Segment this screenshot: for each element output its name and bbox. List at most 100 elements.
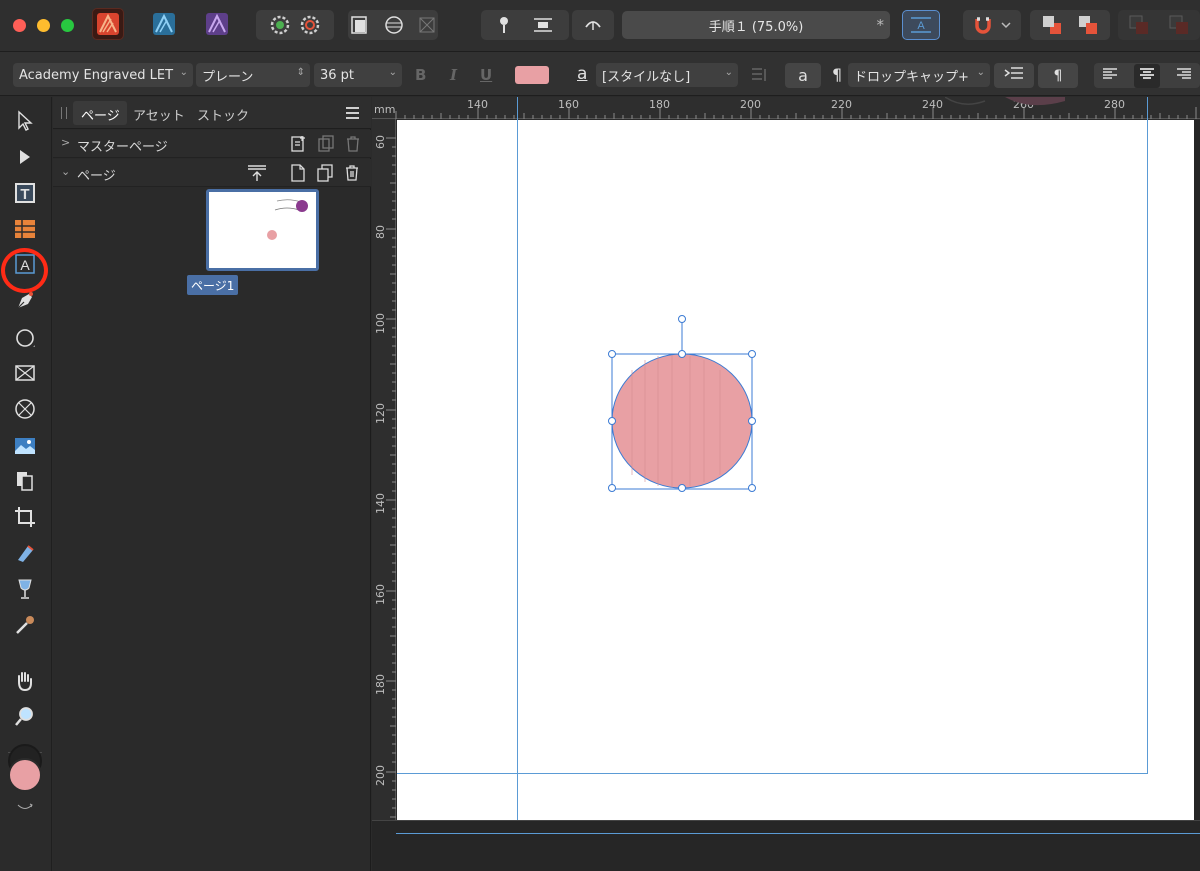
- delete-page-icon[interactable]: [343, 164, 361, 182]
- minimize-window-button[interactable]: [37, 19, 50, 32]
- preferences-gear-icon[interactable]: [299, 14, 321, 36]
- handle-top-right[interactable]: [748, 350, 756, 358]
- pen-tool-icon[interactable]: [11, 287, 39, 315]
- handle-middle-left[interactable]: [608, 417, 616, 425]
- picture-frame-ellipse-icon[interactable]: [11, 395, 39, 423]
- clear-formatting-icon[interactable]: [750, 66, 770, 88]
- move-tool-arrow-icon[interactable]: [11, 107, 39, 135]
- page-1-label[interactable]: ページ1: [187, 275, 239, 295]
- chevron-right-icon: >: [61, 136, 71, 149]
- crop-tool-icon[interactable]: [11, 503, 39, 531]
- handle-top-left[interactable]: [608, 350, 616, 358]
- svg-text:A: A: [917, 20, 925, 32]
- publisher-persona-icon[interactable]: [92, 8, 124, 40]
- hand-tool-icon[interactable]: [11, 667, 39, 695]
- handle-bottom-center[interactable]: [678, 484, 686, 492]
- bold-button[interactable]: B: [415, 66, 426, 84]
- character-style-glyph[interactable]: a: [577, 64, 587, 84]
- place-image-icon[interactable]: [11, 432, 39, 460]
- tab-assets[interactable]: アセット: [133, 105, 185, 124]
- h-tick-180: 180: [649, 98, 670, 111]
- pink-ellipse[interactable]: [611, 353, 753, 489]
- photo-persona-icon[interactable]: [201, 8, 233, 40]
- move-to-front-icon[interactable]: [1077, 14, 1099, 36]
- underline-button[interactable]: U: [480, 66, 492, 84]
- align-left-icon[interactable]: [1102, 67, 1118, 85]
- drop-cap-select[interactable]: ドロップキャップ+ ⌄: [848, 63, 990, 87]
- pages-section[interactable]: ⌄ ページ: [53, 159, 371, 187]
- font-style-select[interactable]: プレーン ⇕: [196, 63, 310, 87]
- fill-color-well[interactable]: [8, 758, 42, 792]
- font-family-value: Academy Engraved LET: [19, 67, 174, 83]
- fill-tool-icon[interactable]: [11, 539, 39, 567]
- normal-view-icon[interactable]: [350, 15, 370, 35]
- pin-icon[interactable]: [496, 15, 512, 35]
- indent-button[interactable]: [994, 63, 1034, 88]
- document-setup-gear-icon[interactable]: [269, 14, 291, 36]
- h-tick-200: 200: [740, 98, 761, 111]
- character-panel-button[interactable]: a: [785, 63, 821, 88]
- text-fill-color-swatch[interactable]: [515, 66, 549, 84]
- affinity-publisher-window: 手順１ (75.0%) * A Academy Engraved LET ⌄ プ…: [0, 0, 1200, 871]
- paragraph-style-select[interactable]: [スタイルなし] ⌄: [596, 63, 738, 87]
- add-master-icon[interactable]: [289, 135, 307, 153]
- v-tick-100: 100: [374, 313, 387, 334]
- snapping-chevron-down-icon[interactable]: [1001, 21, 1011, 29]
- page-order-icon[interactable]: [247, 164, 266, 182]
- handle-bottom-left[interactable]: [608, 484, 616, 492]
- add-page-icon[interactable]: [289, 164, 307, 182]
- align-right-icon[interactable]: [1176, 67, 1192, 85]
- tab-pages[interactable]: ページ: [81, 105, 120, 124]
- ellipse-tool-icon[interactable]: [11, 324, 39, 352]
- zoom-window-button[interactable]: [61, 19, 74, 32]
- swap-colors-icon[interactable]: [16, 796, 34, 815]
- zoom-tool-icon[interactable]: [11, 702, 39, 730]
- handle-top-center[interactable]: [678, 350, 686, 358]
- close-window-button[interactable]: [13, 19, 26, 32]
- character-glyph: a: [798, 66, 808, 85]
- intersect-icon[interactable]: [1128, 14, 1150, 36]
- subtract-icon[interactable]: [1168, 14, 1190, 36]
- chevron-down-icon: ⌄: [61, 165, 71, 178]
- paragraph-panel-button[interactable]: ¶: [1038, 63, 1078, 88]
- italic-button[interactable]: I: [450, 66, 457, 84]
- pages-panel: ページ アセット ストック > マスターページ ⌄ ページ ページ1: [53, 97, 371, 871]
- move-to-back-icon[interactable]: [1041, 14, 1063, 36]
- frame-outline-icon[interactable]: [418, 16, 436, 34]
- text-frame-mode-button[interactable]: A: [902, 10, 940, 40]
- panel-grip-icon[interactable]: [61, 107, 67, 119]
- link-preview-button[interactable]: [572, 10, 614, 40]
- node-tool-arrow-icon[interactable]: [11, 143, 39, 171]
- snapping-magnet-icon[interactable]: [973, 15, 993, 35]
- rotation-handle[interactable]: [678, 315, 686, 323]
- vertical-ruler[interactable]: 60 80 100 120 140 160 180 200 20: [372, 119, 396, 871]
- artistic-text-tool-icon[interactable]: T: [11, 179, 39, 207]
- color-picker-icon[interactable]: [11, 611, 39, 639]
- tools-panel: T A: [0, 97, 52, 871]
- tab-stock[interactable]: ストック: [197, 105, 249, 124]
- master-pages-section[interactable]: > マスターページ: [53, 130, 371, 158]
- align-center-icon[interactable]: [1134, 63, 1160, 88]
- delete-master-icon[interactable]: [344, 135, 362, 153]
- duplicate-page-icon[interactable]: [316, 164, 334, 182]
- pages-tool-icon[interactable]: [11, 467, 39, 495]
- master-pages-label: マスターページ: [77, 140, 168, 155]
- picture-frame-rectangle-icon[interactable]: [11, 359, 39, 387]
- handle-middle-right[interactable]: [748, 417, 756, 425]
- font-size-value: 36 pt: [320, 67, 355, 83]
- text-wrap-icon[interactable]: [532, 16, 554, 34]
- paragraph-mark[interactable]: ¶: [832, 65, 842, 84]
- svg-text:T: T: [20, 186, 29, 203]
- duplicate-master-icon[interactable]: [317, 135, 335, 153]
- table-tool-icon[interactable]: [11, 215, 39, 243]
- panel-menu-icon[interactable]: [346, 107, 359, 119]
- preview-view-icon[interactable]: [384, 15, 404, 35]
- designer-persona-icon[interactable]: [148, 8, 180, 40]
- handle-bottom-right[interactable]: [748, 484, 756, 492]
- alignment-group: [1094, 63, 1200, 88]
- page-1-thumbnail[interactable]: [206, 189, 319, 271]
- transparency-tool-icon[interactable]: [11, 575, 39, 603]
- font-size-field[interactable]: 36 pt ⌄: [314, 63, 402, 87]
- ellipse-shape-selection[interactable]: [600, 310, 770, 502]
- font-family-select[interactable]: Academy Engraved LET ⌄: [13, 63, 193, 87]
